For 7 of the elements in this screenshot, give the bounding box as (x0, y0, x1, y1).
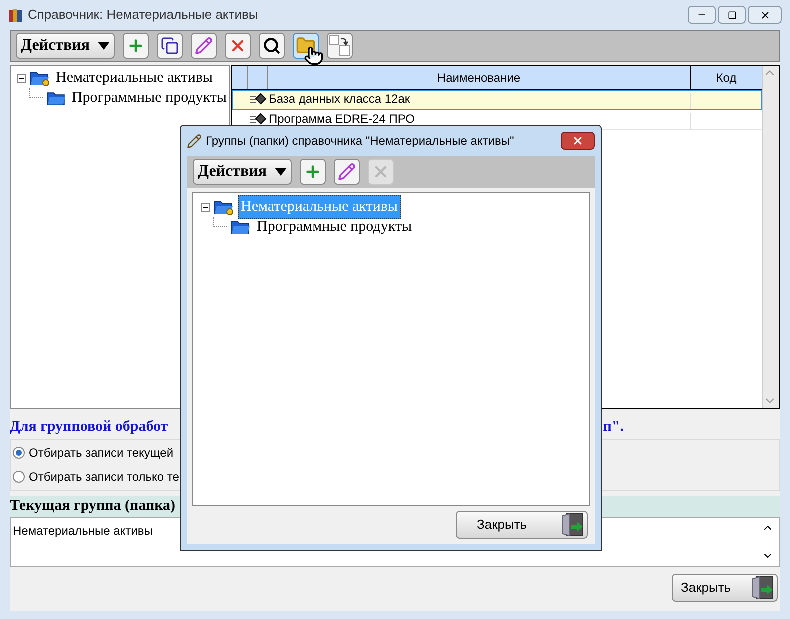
hint-text: п". (603, 418, 624, 437)
section-title: Текущая группа (папка) (10, 497, 176, 516)
dialog-title: Группы (папки) справочника "Нематериальные активы" (206, 133, 514, 150)
table-cell-text: Программа EDRE-24 ПРО (269, 113, 416, 126)
table-cell-text: База данных класса 12ак (269, 93, 412, 106)
hint-text: Для групповой обработ (10, 418, 168, 437)
window-title: Справочник: Нематериальные активы (28, 6, 258, 24)
